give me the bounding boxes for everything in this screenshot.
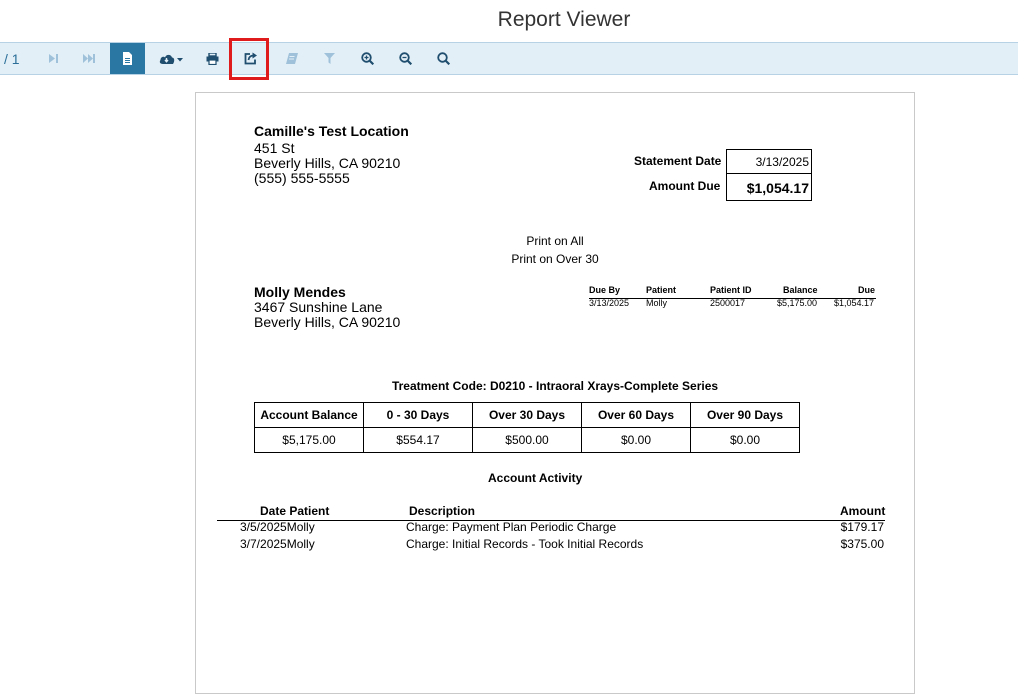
- zoom-in-icon: [360, 52, 374, 65]
- activity-amount: $375.00: [840, 537, 884, 551]
- statement-date-label: Statement Date: [634, 154, 722, 168]
- document-icon: [123, 52, 132, 65]
- download-button[interactable]: [156, 43, 186, 74]
- report-toolbar: / 1: [0, 42, 1018, 75]
- aging-table: Account Balance 0 - 30 Days Over 30 Days…: [254, 402, 800, 453]
- last-page-button[interactable]: [76, 43, 102, 74]
- aging-header-cell: 0 - 30 Days: [363, 402, 473, 428]
- zoom-in-button[interactable]: [354, 43, 380, 74]
- aging-header-cell: Over 30 Days: [472, 402, 582, 428]
- patient-street: 3467 Sunshine Lane: [254, 299, 383, 315]
- filter-icon: [323, 53, 335, 64]
- next-page-button[interactable]: [40, 43, 66, 74]
- due-cell-due: $1,054.17: [834, 298, 875, 308]
- aging-value-cell: $554.17: [363, 427, 473, 453]
- aging-value-cell: $5,175.00: [254, 427, 364, 453]
- activity-description: Charge: Payment Plan Periodic Charge: [406, 520, 617, 534]
- account-activity-title: Account Activity: [488, 471, 583, 485]
- print-on-over-30: Print on Over 30: [511, 252, 599, 266]
- due-cell-patient: Molly: [646, 298, 668, 308]
- practice-phone: (555) 555-5555: [254, 170, 350, 186]
- aging-value-cell: $0.00: [581, 427, 691, 453]
- practice-city: Beverly Hills, CA 90210: [254, 155, 401, 171]
- patient-city: Beverly Hills, CA 90210: [254, 314, 401, 330]
- statement-date-value: 3/13/2025: [726, 149, 812, 174]
- activity-date: 3/7/2025Molly: [240, 537, 315, 551]
- print-icon: [206, 52, 218, 65]
- amount-due-value: $1,054.17: [726, 173, 812, 201]
- print-on-all: Print on All: [526, 234, 584, 248]
- filter-button[interactable]: [317, 43, 341, 74]
- due-cell-balance: $5,175.00: [777, 298, 818, 308]
- zoom-out-button[interactable]: [392, 43, 418, 74]
- aging-header-cell: Over 60 Days: [581, 402, 691, 428]
- activity-header-amount: Amount: [840, 504, 886, 518]
- activity-patient: Molly: [286, 537, 315, 551]
- activity-amount: $179.17: [840, 520, 884, 534]
- due-cell-patient-id: 2500017: [710, 298, 746, 308]
- search-icon: [436, 52, 450, 65]
- aging-header-row: Account Balance 0 - 30 Days Over 30 Days…: [254, 402, 800, 428]
- document-view-button[interactable]: [110, 43, 145, 74]
- print-button[interactable]: [199, 43, 225, 74]
- window-title: Report Viewer: [497, 8, 631, 31]
- cloud-download-icon: [159, 54, 183, 64]
- practice-street: 451 St: [254, 140, 295, 156]
- due-header-patient-id: Patient ID: [710, 285, 752, 295]
- search-button[interactable]: [430, 43, 456, 74]
- export-highlight-box: [229, 38, 269, 80]
- aging-value-cell: $0.00: [690, 427, 800, 453]
- report-page: Camille's Test Location 451 St Beverly H…: [195, 92, 915, 694]
- treatment-code: Treatment Code: D0210 - Intraoral Xrays-…: [391, 379, 719, 393]
- patient-name: Molly Mendes: [254, 284, 346, 300]
- activity-date: 3/5/2025Molly: [240, 520, 315, 534]
- due-header-due: Due: [858, 285, 876, 295]
- activity-patient: Molly: [286, 520, 315, 534]
- due-header-due-by: Due By: [589, 285, 621, 295]
- activity-header-date-patient: Date Patient: [260, 504, 330, 518]
- activity-header-description: Description: [409, 504, 476, 518]
- next-page-icon: [48, 54, 58, 63]
- aging-value-cell: $500.00: [472, 427, 582, 453]
- last-page-icon: [83, 54, 95, 63]
- page-total: / 1: [4, 50, 20, 67]
- due-cell-due-by: 3/13/2025: [589, 298, 630, 308]
- activity-date-text: 3/7/2025: [240, 537, 287, 551]
- parameters-button[interactable]: [279, 43, 305, 74]
- aging-header-cell: Account Balance: [254, 402, 364, 428]
- activity-description: Charge: Initial Records - Took Initial R…: [406, 537, 644, 551]
- amount-due-label: Amount Due: [649, 179, 721, 193]
- activity-date-text: 3/5/2025: [240, 520, 287, 534]
- due-header-patient: Patient: [646, 285, 677, 295]
- aging-header-cell: Over 90 Days: [690, 402, 800, 428]
- practice-name: Camille's Test Location: [254, 123, 409, 139]
- book-icon: [286, 53, 298, 64]
- due-header-balance: Balance: [783, 285, 818, 295]
- aging-value-row: $5,175.00 $554.17 $500.00 $0.00 $0.00: [254, 427, 800, 453]
- zoom-out-icon: [398, 52, 412, 65]
